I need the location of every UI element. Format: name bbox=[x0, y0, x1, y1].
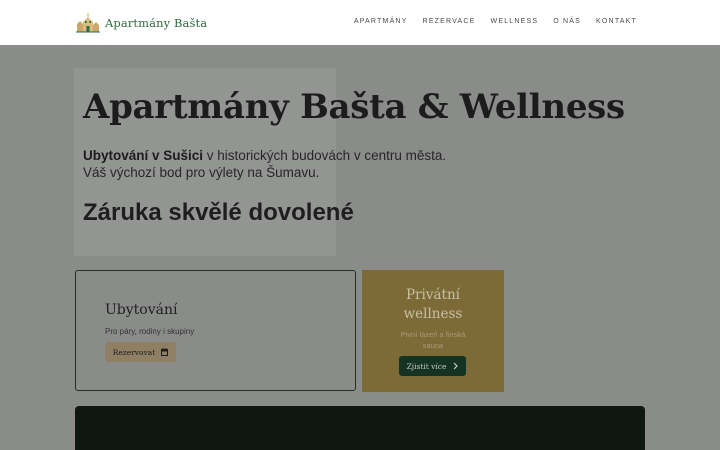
nav-item-rezervace[interactable]: Rezervace bbox=[423, 18, 476, 25]
hero-subtitle: Záruka skvělé dovolené bbox=[83, 199, 354, 226]
wellness-card-title-line-2: wellness bbox=[403, 306, 463, 322]
wellness-card: Privátní wellness Pivní lázeň a finská s… bbox=[362, 270, 504, 392]
wellness-card-description-line-2: sauna bbox=[422, 341, 444, 350]
learn-more-button-label: Zjistit více bbox=[406, 361, 447, 371]
reserve-button[interactable]: Rezervovat bbox=[105, 342, 176, 362]
hero-intro-rest: v historických budovách v centru města. bbox=[203, 148, 447, 163]
hero-intro-line-1: Ubytování v Sušici v historických budová… bbox=[83, 148, 446, 163]
calendar-icon bbox=[161, 348, 169, 356]
logo-text: Apartmány Bašta bbox=[105, 16, 208, 30]
accommodation-card-title: Ubytování bbox=[105, 302, 178, 318]
learn-more-button[interactable]: Zjistit více bbox=[399, 356, 466, 376]
hero-intro-bold: Ubytování v Sušici bbox=[83, 148, 204, 163]
logo-building-icon bbox=[76, 13, 100, 33]
logo[interactable]: Apartmány Bašta bbox=[76, 11, 207, 35]
wellness-card-title-line-1: Privátní bbox=[406, 287, 460, 303]
nav-item-apartmany[interactable]: Apartmány bbox=[354, 18, 408, 25]
reserve-button-label: Rezervovat bbox=[112, 347, 156, 357]
wellness-card-description-line-1: Pivní lázeň a finská bbox=[400, 330, 466, 339]
nav-item-wellness[interactable]: Wellness bbox=[491, 18, 539, 25]
nav-item-kontakt[interactable]: Kontakt bbox=[596, 18, 637, 25]
nav-item-o-nas[interactable]: O nás bbox=[553, 18, 581, 25]
wellness-card-title: Privátní wellness bbox=[362, 286, 504, 324]
hero-intro-line-2: Váš výchozí bod pro výlety na Šumavu. bbox=[83, 165, 320, 180]
main-nav: Apartmány Rezervace Wellness O nás Konta… bbox=[354, 18, 637, 25]
accommodation-card-description: Pro páry, rodiny i skupiny bbox=[105, 327, 195, 336]
wellness-card-description: Pivní lázeň a finská sauna bbox=[362, 329, 504, 351]
dark-content-section bbox=[75, 406, 645, 450]
accommodation-card: Ubytování Pro páry, rodiny i skupiny Rez… bbox=[75, 270, 356, 391]
hero-title: Apartmány Bašta & Wellness bbox=[83, 87, 625, 127]
chevron-right-icon bbox=[454, 362, 459, 370]
site-header: Apartmány Bašta Apartmány Rezervace Well… bbox=[0, 0, 720, 45]
